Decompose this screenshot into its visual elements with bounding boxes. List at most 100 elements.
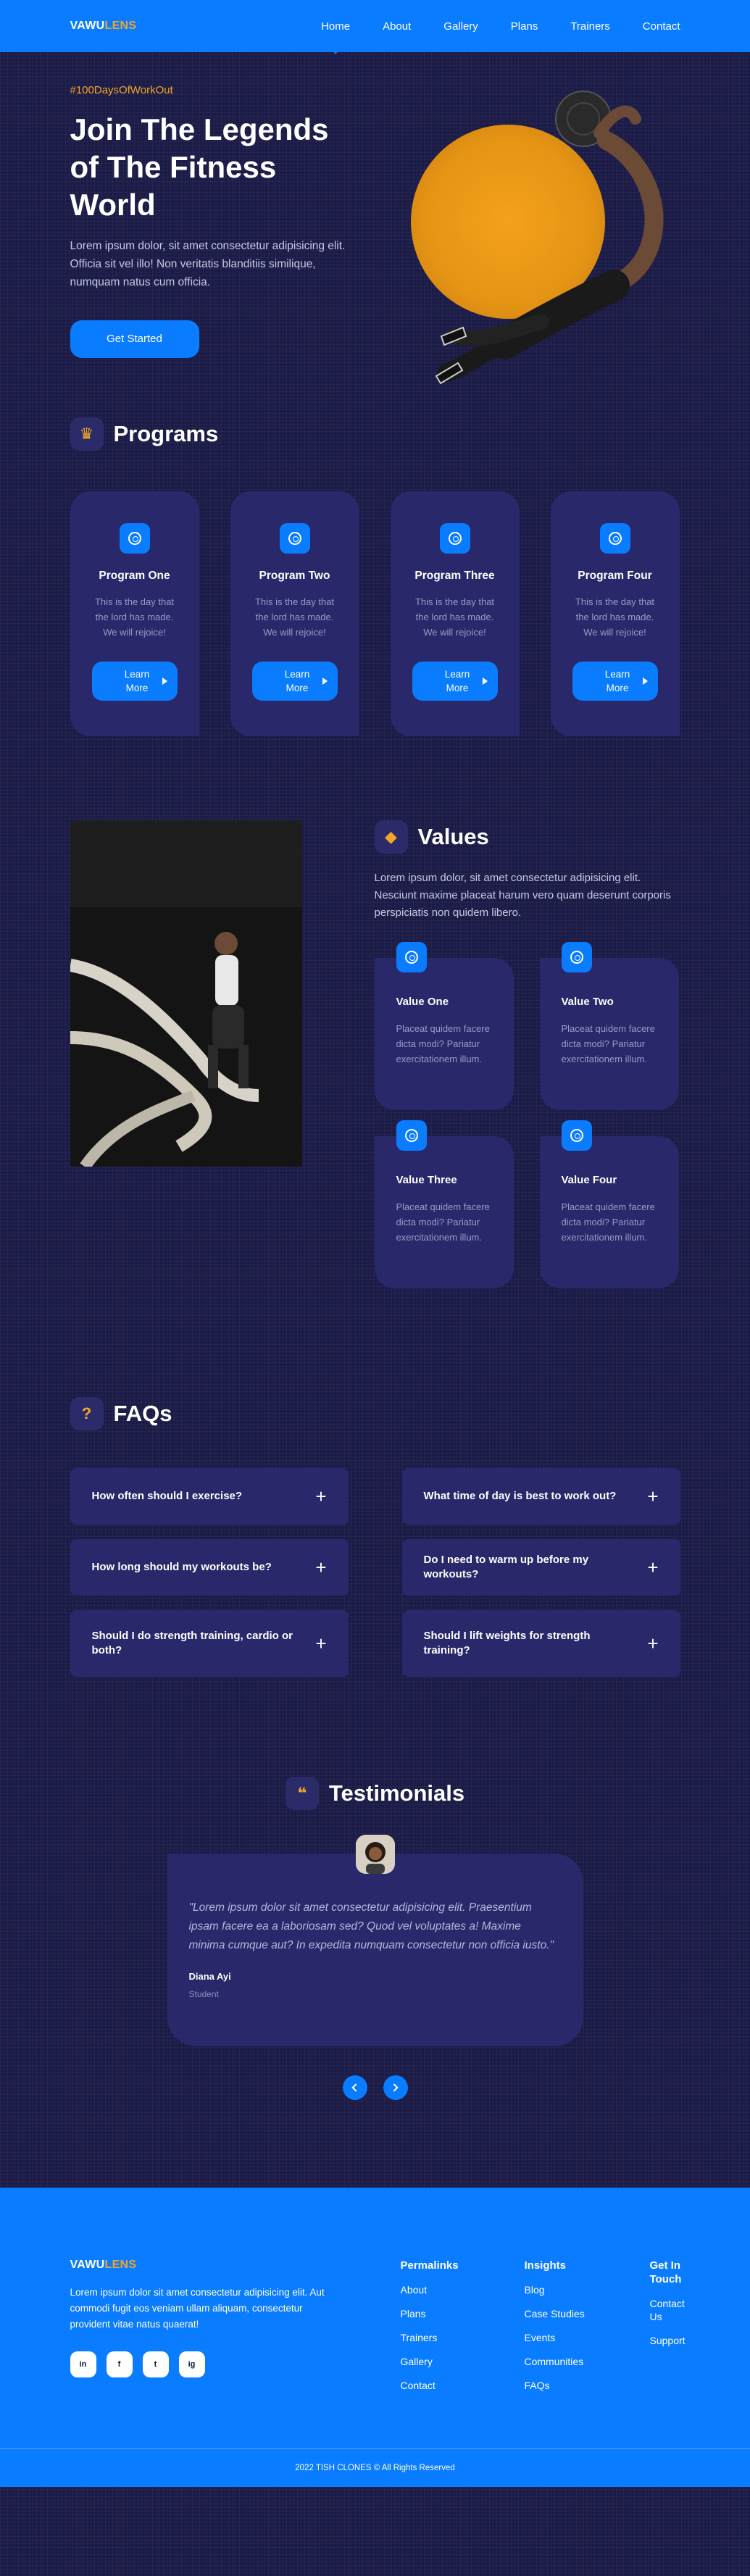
faq-item[interactable]: How long should my workouts be? + (70, 1539, 349, 1596)
faq-item[interactable]: How often should I exercise? + (70, 1468, 349, 1525)
brand-logo[interactable]: VAWULENS (70, 20, 137, 33)
chevron-right-icon (390, 2083, 399, 2092)
footer-link[interactable]: FAQs (525, 2379, 585, 2392)
hero-description: Lorem ipsum dolor, sit amet consectetur … (70, 240, 346, 288)
footer-link[interactable]: Trainers (401, 2331, 459, 2344)
footer-logo[interactable]: VAWULENS (70, 2259, 338, 2272)
program-icon (279, 523, 310, 554)
program-card: Program Two This is the day that the lor… (230, 491, 359, 736)
learn-more-label: Learn More (284, 669, 310, 693)
footer-brand: VAWULENS Lorem ipsum dolor sit amet cons… (70, 2259, 338, 2377)
get-started-button[interactable]: Get Started (70, 320, 199, 358)
learn-more-button[interactable]: Learn More (572, 662, 658, 701)
footer-link[interactable]: Plans (401, 2307, 459, 2320)
values-grid: Value One Placeat quidem facere dicta mo… (374, 942, 680, 1288)
program-title: Program One (99, 570, 170, 582)
footer-link[interactable]: Blog (525, 2283, 585, 2296)
programs-section: ♛ Programs Program One This is the day t… (70, 414, 680, 820)
crown-icon: ♛ (70, 417, 104, 451)
footer-link[interactable]: Contact (401, 2379, 459, 2392)
nav-link-about[interactable]: About (383, 20, 411, 33)
testimonial-author: Diana Ayi (188, 1971, 231, 1982)
faq-question: Should I lift weights for strength train… (423, 1630, 591, 1656)
learn-more-label: Learn More (604, 669, 630, 693)
faq-item[interactable]: Do I need to warm up before my workouts?… (401, 1539, 680, 1596)
faq-item[interactable]: Should I lift weights for strength train… (401, 1610, 680, 1677)
faqs-section: ? FAQs How often should I exercise? + Wha… (70, 1397, 680, 1777)
learn-more-label: Learn More (444, 669, 470, 693)
quote-icon: ❝ (285, 1777, 319, 1810)
testimonials-header: ❝ Testimonials (70, 1777, 680, 1810)
athlete-illustration (435, 91, 664, 385)
program-text: This is the day that the lord has made. … (575, 596, 655, 638)
nav-link-trainers[interactable]: Trainers (570, 20, 609, 33)
previous-button[interactable] (342, 2075, 367, 2100)
faq-item[interactable]: Should I do strength training, cardio or… (70, 1610, 349, 1677)
footer-link[interactable]: Contact Us (650, 2297, 693, 2323)
plus-icon: + (647, 1485, 659, 1507)
hero-image (396, 83, 680, 401)
hero-content: #100DaysOfWorkOut Join The Legends of Th… (70, 84, 346, 358)
value-title: Value Three (396, 1174, 457, 1186)
question-mark-icon: ? (70, 1397, 104, 1430)
faq-item[interactable]: What time of day is best to work out? + (401, 1468, 680, 1525)
values-heading: Values (417, 824, 489, 849)
nav-menu: Home About Gallery Plans Trainers Contac… (288, 20, 680, 54)
testimonial-card: "Lorem ipsum dolor sit amet consectetur … (167, 1835, 583, 2046)
value-text: Placeat quidem facere dicta modi? Pariat… (561, 1201, 655, 1243)
logo-text-accent: LENS (104, 2259, 137, 2271)
faq-grid: How often should I exercise? + What time … (70, 1468, 680, 1677)
faqs-header: ? FAQs (70, 1397, 680, 1430)
twitter-icon[interactable]: t (142, 2351, 169, 2377)
diamond-icon: ◆ (374, 820, 408, 854)
play-arrow-icon (482, 678, 488, 685)
value-card: Value Two Placeat quidem facere dicta mo… (539, 942, 679, 1110)
value-card: Value Four Placeat quidem facere dicta m… (539, 1120, 679, 1288)
copyright: 2022 TISH CLONES © All Rights Reserved (0, 2448, 750, 2487)
footer-col-title: Get In Touch (649, 2259, 682, 2285)
nav-link-gallery[interactable]: Gallery (443, 20, 478, 33)
value-text: Placeat quidem facere dicta modi? Pariat… (396, 1023, 490, 1064)
nav-link-contact[interactable]: Contact (643, 20, 680, 33)
hero-title: Join The Legends of The Fitness World (70, 112, 329, 222)
value-title: Value Two (561, 996, 614, 1008)
learn-more-button[interactable]: Learn More (91, 662, 178, 701)
nav-link-plans[interactable]: Plans (511, 20, 538, 33)
hero-hashtag: #100DaysOfWorkOut (70, 84, 173, 96)
program-icon (439, 523, 470, 554)
avatar-illustration (355, 1835, 395, 1874)
program-icon (599, 523, 630, 554)
footer-link[interactable]: About (401, 2283, 459, 2296)
footer-link[interactable]: Support (650, 2334, 693, 2347)
play-arrow-icon (642, 678, 648, 685)
testimonial-quote: "Lorem ipsum dolor sit amet consectetur … (188, 1901, 554, 1951)
facebook-icon[interactable]: f (106, 2351, 133, 2377)
value-icon (561, 1120, 592, 1151)
value-icon (561, 942, 592, 972)
play-arrow-icon (322, 678, 328, 685)
plus-icon: + (647, 1556, 659, 1578)
faq-question: What time of day is best to work out? (423, 1490, 617, 1502)
chevron-left-icon (351, 2083, 360, 2092)
program-icon (119, 523, 150, 554)
footer-col-permalinks: Permalinks About Plans Trainers Gallery … (401, 2259, 459, 2392)
footer-link[interactable]: Communities (525, 2355, 585, 2368)
nav-link-home[interactable]: Home (321, 20, 350, 54)
value-title: Value One (396, 996, 449, 1008)
footer-link[interactable]: Case Studies (525, 2307, 585, 2320)
program-card: Program Four This is the day that the lo… (550, 491, 680, 736)
program-text: This is the day that the lord has made. … (254, 596, 335, 638)
next-button[interactable] (383, 2075, 408, 2100)
program-title: Program Two (259, 570, 330, 582)
learn-more-button[interactable]: Learn More (412, 662, 498, 701)
battle-ropes-photo (70, 820, 302, 1167)
programs-grid: Program One This is the day that the lor… (70, 491, 680, 736)
values-intro: Lorem ipsum dolor, sit amet consectetur … (374, 872, 671, 919)
instagram-icon[interactable]: ig (178, 2351, 205, 2377)
learn-more-button[interactable]: Learn More (251, 662, 338, 701)
linkedin-icon[interactable]: in (70, 2351, 96, 2377)
footer-link[interactable]: Events (525, 2331, 585, 2344)
faqs-heading: FAQs (113, 1401, 172, 1426)
footer-link[interactable]: Gallery (401, 2355, 459, 2368)
plus-icon: + (647, 1632, 659, 1654)
